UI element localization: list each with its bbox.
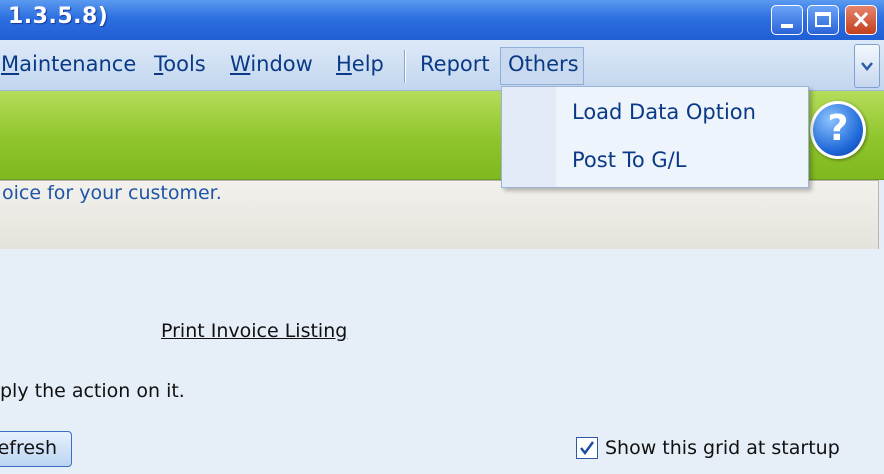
menu-help-mnemonic: H [336,52,352,76]
menu-item-load-data-option[interactable]: Load Data Option [572,100,756,124]
title-bar [0,0,884,40]
show-grid-label: Show this grid at startup [605,437,840,459]
minimize-button[interactable] [771,5,803,35]
menu-maintenance[interactable]: Maintenance [1,52,136,76]
menu-maintenance-mnemonic: M [1,52,20,76]
menu-tools[interactable]: Tools [154,52,206,76]
instruction-text: ply the action on it. [0,380,185,402]
dropdown-icon-gutter [502,87,556,187]
menu-window-mnemonic: W [230,52,251,76]
menu-report[interactable]: Report [420,52,490,76]
menu-help-label: elp [351,52,384,76]
menu-tools-mnemonic: T [154,52,164,76]
menu-item-post-to-gl[interactable]: Post To G/L [572,148,686,172]
refresh-button[interactable]: efresh [0,431,72,467]
menu-window-label: indow [250,52,313,76]
chevron-down-icon [861,62,873,71]
maximize-icon [815,12,831,27]
checkmark-icon [580,441,595,456]
maximize-button[interactable] [807,5,839,35]
menu-separator [404,50,406,83]
minimize-icon [781,24,793,28]
print-invoice-listing-link[interactable]: Print Invoice Listing [161,320,347,342]
close-icon [853,11,869,28]
description-text: oice for your customer. [2,182,222,204]
window-title: 1.3.5.8) [8,4,109,29]
menu-others[interactable]: Others [508,52,579,76]
close-button[interactable] [845,5,877,35]
menu-overflow-button[interactable] [854,44,880,88]
menu-help[interactable]: Help [336,52,384,76]
menu-tools-label: ools [163,52,206,76]
help-icon[interactable]: ? [810,101,866,159]
menu-window[interactable]: Window [230,52,313,76]
show-grid-checkbox[interactable] [576,437,598,459]
menu-maintenance-label: aintenance [19,52,137,76]
